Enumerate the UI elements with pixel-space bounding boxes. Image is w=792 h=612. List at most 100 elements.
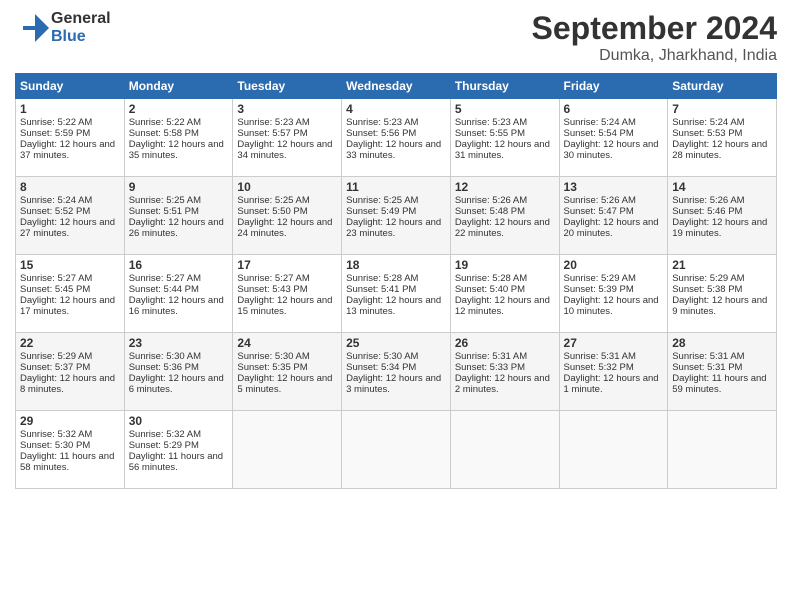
daylight-text: Daylight: 12 hours and 3 minutes. — [346, 373, 441, 395]
empty-cell — [559, 411, 668, 489]
table-row: 14 Sunrise: 5:26 AM Sunset: 5:46 PM Dayl… — [668, 177, 777, 255]
daylight-text: Daylight: 12 hours and 33 minutes. — [346, 139, 441, 161]
daylight-text: Daylight: 11 hours and 56 minutes. — [129, 451, 223, 473]
sunset-text: Sunset: 5:45 PM — [20, 284, 90, 295]
col-thursday: Thursday — [450, 74, 559, 99]
day-number: 14 — [672, 180, 772, 194]
daylight-text: Daylight: 12 hours and 27 minutes. — [20, 217, 115, 239]
daylight-text: Daylight: 12 hours and 15 minutes. — [237, 295, 332, 317]
day-number: 26 — [455, 336, 555, 350]
daylight-text: Daylight: 12 hours and 2 minutes. — [455, 373, 550, 395]
day-number: 21 — [672, 258, 772, 272]
daylight-text: Daylight: 12 hours and 34 minutes. — [237, 139, 332, 161]
sunset-text: Sunset: 5:30 PM — [20, 440, 90, 451]
sunset-text: Sunset: 5:49 PM — [346, 206, 416, 217]
day-number: 18 — [346, 258, 446, 272]
day-number: 4 — [346, 102, 446, 116]
sunrise-text: Sunrise: 5:29 AM — [564, 273, 636, 284]
week-row: 8 Sunrise: 5:24 AM Sunset: 5:52 PM Dayli… — [16, 177, 777, 255]
daylight-text: Daylight: 12 hours and 20 minutes. — [564, 217, 659, 239]
day-number: 12 — [455, 180, 555, 194]
table-row: 13 Sunrise: 5:26 AM Sunset: 5:47 PM Dayl… — [559, 177, 668, 255]
sunset-text: Sunset: 5:37 PM — [20, 362, 90, 373]
sunrise-text: Sunrise: 5:23 AM — [346, 117, 418, 128]
logo-text: General Blue — [51, 10, 111, 45]
daylight-text: Daylight: 11 hours and 58 minutes. — [20, 451, 114, 473]
table-row: 16 Sunrise: 5:27 AM Sunset: 5:44 PM Dayl… — [124, 255, 233, 333]
daylight-text: Daylight: 12 hours and 1 minute. — [564, 373, 659, 395]
table-row: 22 Sunrise: 5:29 AM Sunset: 5:37 PM Dayl… — [16, 333, 125, 411]
day-number: 10 — [237, 180, 337, 194]
sunrise-text: Sunrise: 5:23 AM — [237, 117, 309, 128]
daylight-text: Daylight: 12 hours and 9 minutes. — [672, 295, 767, 317]
week-row: 22 Sunrise: 5:29 AM Sunset: 5:37 PM Dayl… — [16, 333, 777, 411]
sunset-text: Sunset: 5:56 PM — [346, 128, 416, 139]
daylight-text: Daylight: 12 hours and 35 minutes. — [129, 139, 224, 161]
empty-cell — [233, 411, 342, 489]
sunrise-text: Sunrise: 5:27 AM — [20, 273, 92, 284]
sunset-text: Sunset: 5:39 PM — [564, 284, 634, 295]
sunrise-text: Sunrise: 5:31 AM — [564, 351, 636, 362]
sunset-text: Sunset: 5:29 PM — [129, 440, 199, 451]
table-row: 15 Sunrise: 5:27 AM Sunset: 5:45 PM Dayl… — [16, 255, 125, 333]
sunset-text: Sunset: 5:41 PM — [346, 284, 416, 295]
sunrise-text: Sunrise: 5:30 AM — [129, 351, 201, 362]
table-row: 23 Sunrise: 5:30 AM Sunset: 5:36 PM Dayl… — [124, 333, 233, 411]
table-row: 21 Sunrise: 5:29 AM Sunset: 5:38 PM Dayl… — [668, 255, 777, 333]
sunset-text: Sunset: 5:44 PM — [129, 284, 199, 295]
daylight-text: Daylight: 12 hours and 30 minutes. — [564, 139, 659, 161]
sunrise-text: Sunrise: 5:32 AM — [20, 429, 92, 440]
sunset-text: Sunset: 5:38 PM — [672, 284, 742, 295]
day-number: 27 — [564, 336, 664, 350]
calendar-table: Sunday Monday Tuesday Wednesday Thursday… — [15, 73, 777, 489]
sunset-text: Sunset: 5:48 PM — [455, 206, 525, 217]
table-row: 19 Sunrise: 5:28 AM Sunset: 5:40 PM Dayl… — [450, 255, 559, 333]
title-block: September 2024 Dumka, Jharkhand, India — [532, 10, 777, 65]
daylight-text: Daylight: 12 hours and 12 minutes. — [455, 295, 550, 317]
sunrise-text: Sunrise: 5:32 AM — [129, 429, 201, 440]
day-number: 5 — [455, 102, 555, 116]
day-number: 1 — [20, 102, 120, 116]
table-row: 20 Sunrise: 5:29 AM Sunset: 5:39 PM Dayl… — [559, 255, 668, 333]
logo-icon — [15, 10, 51, 46]
sunrise-text: Sunrise: 5:24 AM — [564, 117, 636, 128]
page-container: General Blue September 2024 Dumka, Jhark… — [0, 0, 792, 499]
table-row: 9 Sunrise: 5:25 AM Sunset: 5:51 PM Dayli… — [124, 177, 233, 255]
sunset-text: Sunset: 5:53 PM — [672, 128, 742, 139]
daylight-text: Daylight: 12 hours and 37 minutes. — [20, 139, 115, 161]
sunset-text: Sunset: 5:47 PM — [564, 206, 634, 217]
sunset-text: Sunset: 5:57 PM — [237, 128, 307, 139]
table-row: 18 Sunrise: 5:28 AM Sunset: 5:41 PM Dayl… — [342, 255, 451, 333]
sunrise-text: Sunrise: 5:26 AM — [672, 195, 744, 206]
logo-blue: Blue — [51, 28, 111, 46]
table-row: 29 Sunrise: 5:32 AM Sunset: 5:30 PM Dayl… — [16, 411, 125, 489]
day-number: 20 — [564, 258, 664, 272]
sunset-text: Sunset: 5:34 PM — [346, 362, 416, 373]
col-saturday: Saturday — [668, 74, 777, 99]
table-row: 2 Sunrise: 5:22 AM Sunset: 5:58 PM Dayli… — [124, 99, 233, 177]
subtitle: Dumka, Jharkhand, India — [532, 47, 777, 65]
empty-cell — [668, 411, 777, 489]
logo: General Blue — [15, 10, 111, 46]
table-row: 3 Sunrise: 5:23 AM Sunset: 5:57 PM Dayli… — [233, 99, 342, 177]
sunrise-text: Sunrise: 5:27 AM — [237, 273, 309, 284]
day-number: 15 — [20, 258, 120, 272]
daylight-text: Daylight: 12 hours and 16 minutes. — [129, 295, 224, 317]
daylight-text: Daylight: 12 hours and 10 minutes. — [564, 295, 659, 317]
daylight-text: Daylight: 12 hours and 19 minutes. — [672, 217, 767, 239]
daylight-text: Daylight: 12 hours and 6 minutes. — [129, 373, 224, 395]
week-row: 15 Sunrise: 5:27 AM Sunset: 5:45 PM Dayl… — [16, 255, 777, 333]
sunrise-text: Sunrise: 5:28 AM — [346, 273, 418, 284]
sunset-text: Sunset: 5:59 PM — [20, 128, 90, 139]
empty-cell — [450, 411, 559, 489]
day-number: 3 — [237, 102, 337, 116]
daylight-text: Daylight: 12 hours and 17 minutes. — [20, 295, 115, 317]
table-row: 27 Sunrise: 5:31 AM Sunset: 5:32 PM Dayl… — [559, 333, 668, 411]
sunset-text: Sunset: 5:46 PM — [672, 206, 742, 217]
col-friday: Friday — [559, 74, 668, 99]
sunset-text: Sunset: 5:31 PM — [672, 362, 742, 373]
sunset-text: Sunset: 5:54 PM — [564, 128, 634, 139]
sunrise-text: Sunrise: 5:24 AM — [20, 195, 92, 206]
day-number: 9 — [129, 180, 229, 194]
sunrise-text: Sunrise: 5:25 AM — [237, 195, 309, 206]
